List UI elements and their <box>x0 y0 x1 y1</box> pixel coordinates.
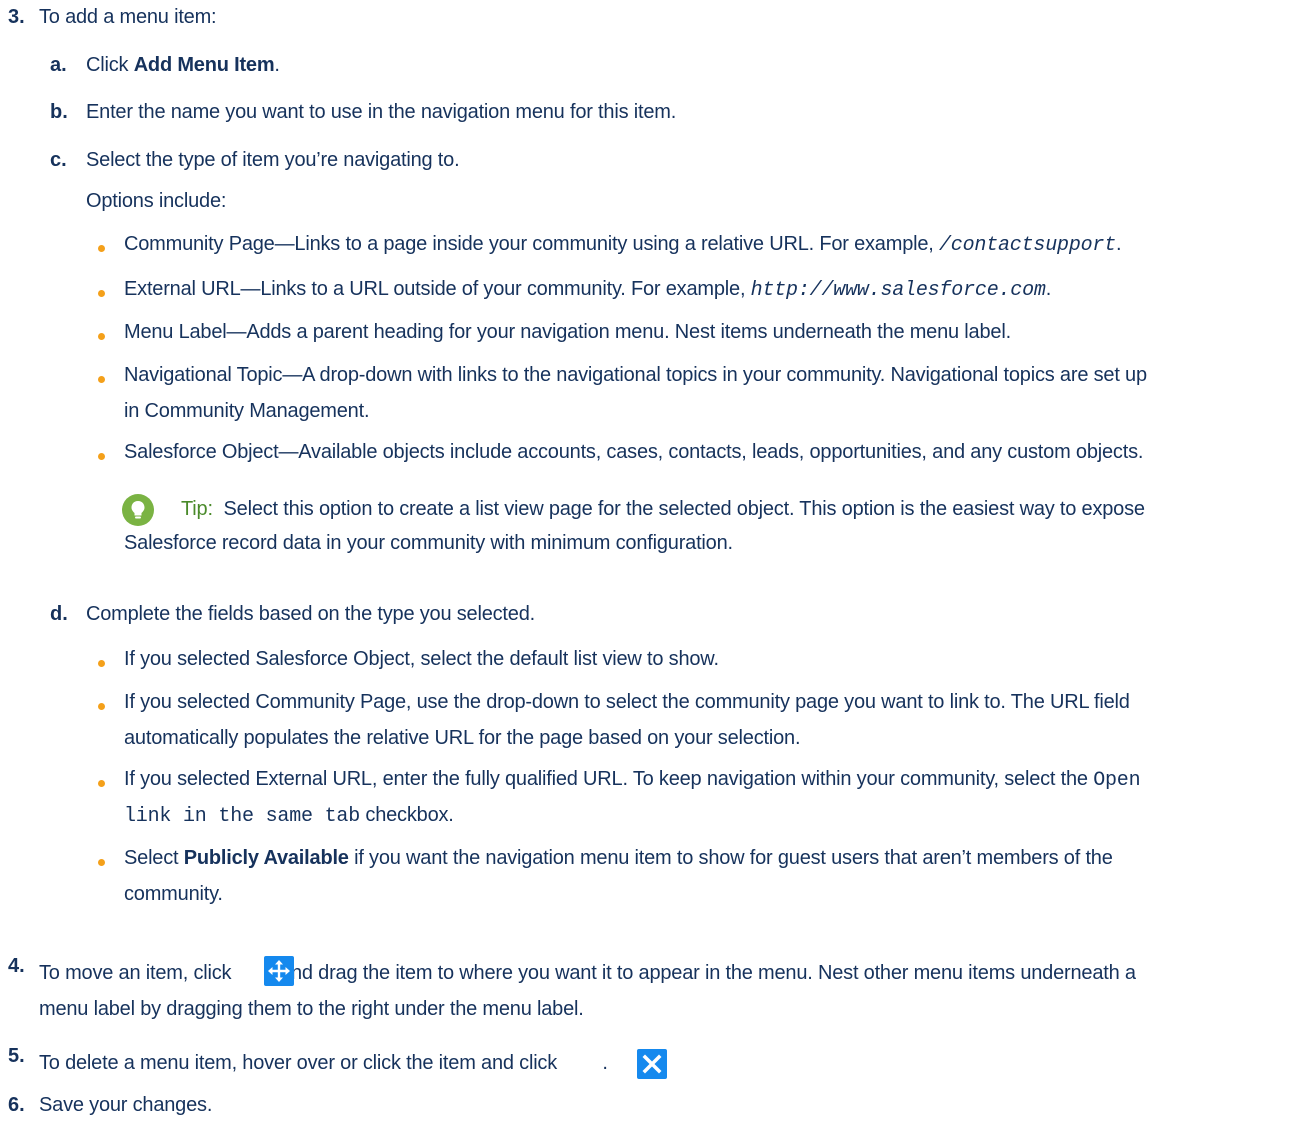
list-item: Select Publicly Available if you want th… <box>124 847 1113 869</box>
lightbulb-icon <box>122 494 154 526</box>
step-text: To add a menu item: <box>39 6 217 28</box>
list-item-cont: automatically populates the relative URL… <box>124 727 801 749</box>
substep-text: Complete the fields based on the type yo… <box>86 603 535 625</box>
bullet-icon <box>98 660 105 667</box>
bullet-icon <box>98 703 105 710</box>
list-item: If you selected Salesforce Object, selec… <box>124 648 719 670</box>
option-item: Navigational Topic—A drop-down with link… <box>124 364 1147 386</box>
option-item-cont: in Community Management. <box>124 400 370 422</box>
bullet-icon <box>98 780 105 787</box>
step-number: 4. <box>8 955 25 977</box>
close-icon[interactable] <box>637 1049 667 1079</box>
step-text: To delete a menu item, hover over or cli… <box>39 1052 608 1074</box>
code-text: Open <box>1093 769 1141 792</box>
step-number: 5. <box>8 1045 25 1067</box>
code-text: /contactsupport <box>939 234 1117 257</box>
bullet-icon <box>98 290 105 297</box>
bullet-icon <box>98 376 105 383</box>
ui-label-add-menu-item: Add Menu Item <box>133 54 275 76</box>
substep-letter: b. <box>50 101 68 123</box>
substep-letter: d. <box>50 603 68 625</box>
option-item: External URL—Links to a URL outside of y… <box>124 278 1052 302</box>
option-item: Community Page—Links to a page inside yo… <box>124 233 1122 257</box>
list-item: If you selected Community Page, use the … <box>124 691 1130 713</box>
code-text: http://www.salesforce.com <box>750 279 1046 302</box>
substep-text: Enter the name you want to use in the na… <box>86 101 677 123</box>
substep-letter: a. <box>50 54 67 76</box>
list-item: If you selected External URL, enter the … <box>124 768 1141 792</box>
list-item-cont: link in the same tab checkbox. <box>124 804 454 828</box>
move-icon[interactable] <box>264 956 294 986</box>
bullet-icon <box>98 453 105 460</box>
tip-label: Tip: <box>181 498 213 520</box>
step-text: To move an item, click and drag the item… <box>39 962 1136 984</box>
bullet-icon <box>98 245 105 252</box>
substep-text: Select the type of item you’re navigatin… <box>86 149 460 171</box>
option-item: Menu Label—Adds a parent heading for you… <box>124 321 1011 343</box>
bullet-icon <box>98 859 105 866</box>
tip-text-cont: Salesforce record data in your community… <box>124 532 733 554</box>
bullet-icon <box>98 333 105 340</box>
ui-label-publicly-available: Publicly Available <box>183 847 349 869</box>
substep-letter: c. <box>50 149 67 171</box>
step-number: 6. <box>8 1094 25 1116</box>
substep-text: Click Add Menu Item. <box>86 54 280 76</box>
step-text-cont: menu label by dragging them to the right… <box>39 998 584 1020</box>
code-text: link in the same tab <box>124 805 361 828</box>
step-number: 3. <box>8 6 25 28</box>
options-intro: Options include: <box>86 190 227 212</box>
step-text: Save your changes. <box>39 1094 213 1116</box>
option-item: Salesforce Object—Available objects incl… <box>124 441 1144 463</box>
list-item-cont: community. <box>124 883 223 905</box>
tip-text: Tip: Select this option to create a list… <box>181 498 1145 520</box>
